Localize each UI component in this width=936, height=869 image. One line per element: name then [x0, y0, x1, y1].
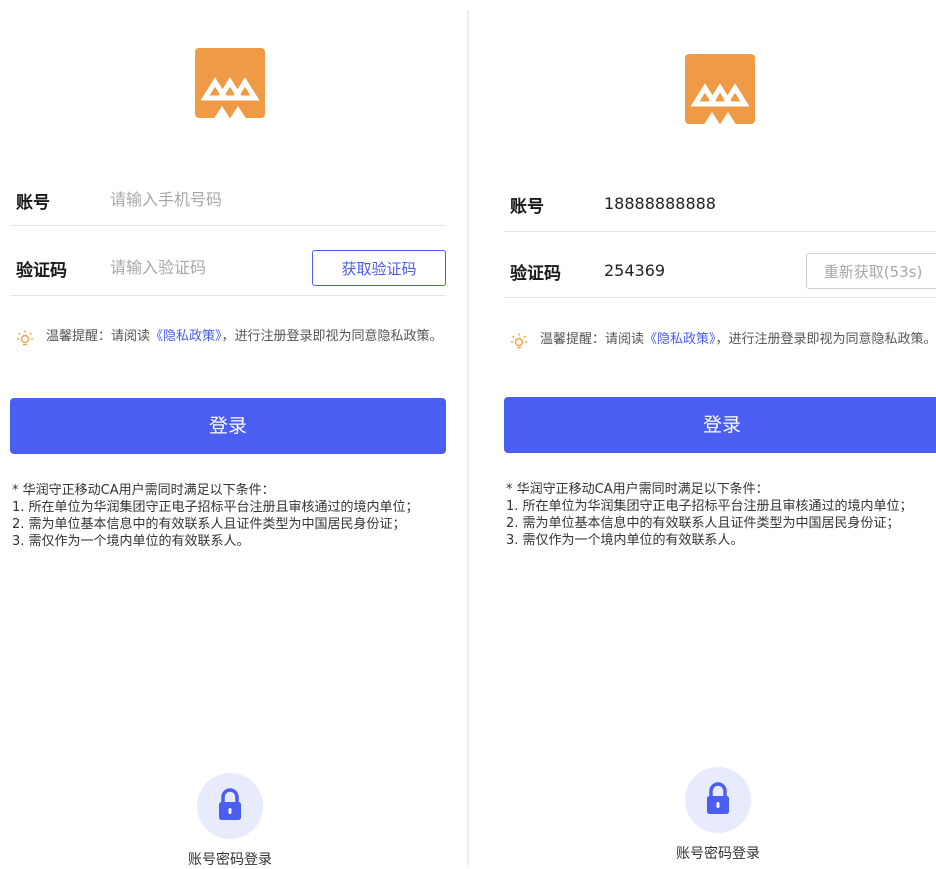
tip-suffix: ，进行注册登录即视为同意隐私政策。	[221, 329, 443, 344]
divider	[10, 225, 446, 226]
code-row: 验证码 获取验证码	[10, 250, 446, 286]
password-login-label[interactable]: 账号密码登录	[170, 849, 290, 869]
lightbulb-icon	[511, 333, 527, 349]
lightbulb-icon	[17, 330, 33, 346]
password-login-label[interactable]: 账号密码登录	[658, 843, 778, 863]
app-logo	[195, 48, 265, 118]
privacy-tip: 温馨提醒：请阅读《隐私政策》，进行注册登录即视为同意隐私政策。	[510, 331, 936, 349]
login-screen-empty: 账号 验证码 获取验证码 温馨提醒：请阅读《隐私政策》，进行注册登录即视为同意隐…	[10, 0, 450, 868]
lock-button[interactable]	[197, 773, 263, 839]
login-button[interactable]: 登录	[10, 398, 446, 454]
mountain-logo-icon	[690, 83, 750, 124]
account-row: 账号	[10, 184, 446, 214]
code-label: 验证码	[16, 261, 67, 281]
phone-input[interactable]	[604, 188, 804, 218]
password-login-entry[interactable]: 账号密码登录	[170, 773, 290, 869]
note-line: 1. 所在单位为华润集团守正电子招标平台注册且审核通过的境内单位；	[12, 500, 419, 515]
lock-icon	[219, 788, 241, 820]
get-code-button[interactable]: 获取验证码	[312, 250, 446, 286]
password-login-entry[interactable]: 账号密码登录	[658, 767, 778, 863]
code-row: 验证码 重新获取(53s)	[504, 253, 936, 289]
note-line: * 华润守正移动CA用户需同时满足以下条件：	[506, 482, 769, 497]
verification-code-input[interactable]	[110, 252, 310, 282]
phone-input[interactable]	[110, 184, 310, 214]
account-row: 账号	[504, 188, 936, 218]
lock-button[interactable]	[685, 767, 751, 833]
resend-code-button[interactable]: 重新获取(53s)	[806, 253, 936, 289]
tip-prefix: 温馨提醒：请阅读	[540, 332, 645, 347]
tip-suffix: ，进行注册登录即视为同意隐私政策。	[715, 332, 936, 347]
note-line: 3. 需仅作为一个境内单位的有效联系人。	[506, 533, 744, 548]
divider	[504, 297, 936, 298]
note-line: 2. 需为单位基本信息中的有效联系人且证件类型为中国居民身份证；	[506, 516, 900, 531]
requirements-notes: * 华润守正移动CA用户需同时满足以下条件： 1. 所在单位为华润集团守正电子招…	[12, 482, 448, 550]
verification-code-input[interactable]	[604, 255, 804, 285]
note-line: * 华润守正移动CA用户需同时满足以下条件：	[12, 483, 275, 498]
tip-prefix: 温馨提醒：请阅读	[46, 329, 151, 344]
privacy-policy-link[interactable]: 《隐私政策》	[150, 329, 222, 344]
lock-icon	[707, 782, 729, 814]
app-logo	[685, 54, 755, 124]
requirements-notes: * 华润守正移动CA用户需同时满足以下条件： 1. 所在单位为华润集团守正电子招…	[506, 481, 936, 549]
note-line: 2. 需为单位基本信息中的有效联系人且证件类型为中国居民身份证；	[12, 517, 406, 532]
mountain-logo-icon	[200, 77, 260, 118]
login-screen-filled: 账号 验证码 重新获取(53s) 温馨提醒：请阅读《隐私政策》，进行注册登录即视…	[504, 0, 936, 865]
privacy-tip: 温馨提醒：请阅读《隐私政策》，进行注册登录即视为同意隐私政策。	[16, 328, 446, 346]
divider	[10, 295, 446, 296]
note-line: 1. 所在单位为华润集团守正电子招标平台注册且审核通过的境内单位；	[506, 499, 913, 514]
login-button[interactable]: 登录	[504, 397, 936, 453]
account-label: 账号	[510, 197, 544, 217]
note-line: 3. 需仅作为一个境内单位的有效联系人。	[12, 534, 250, 549]
screen-divider	[467, 10, 469, 865]
code-label: 验证码	[510, 264, 561, 284]
divider	[504, 231, 936, 232]
account-label: 账号	[16, 193, 50, 213]
privacy-policy-link[interactable]: 《隐私政策》	[644, 332, 716, 347]
